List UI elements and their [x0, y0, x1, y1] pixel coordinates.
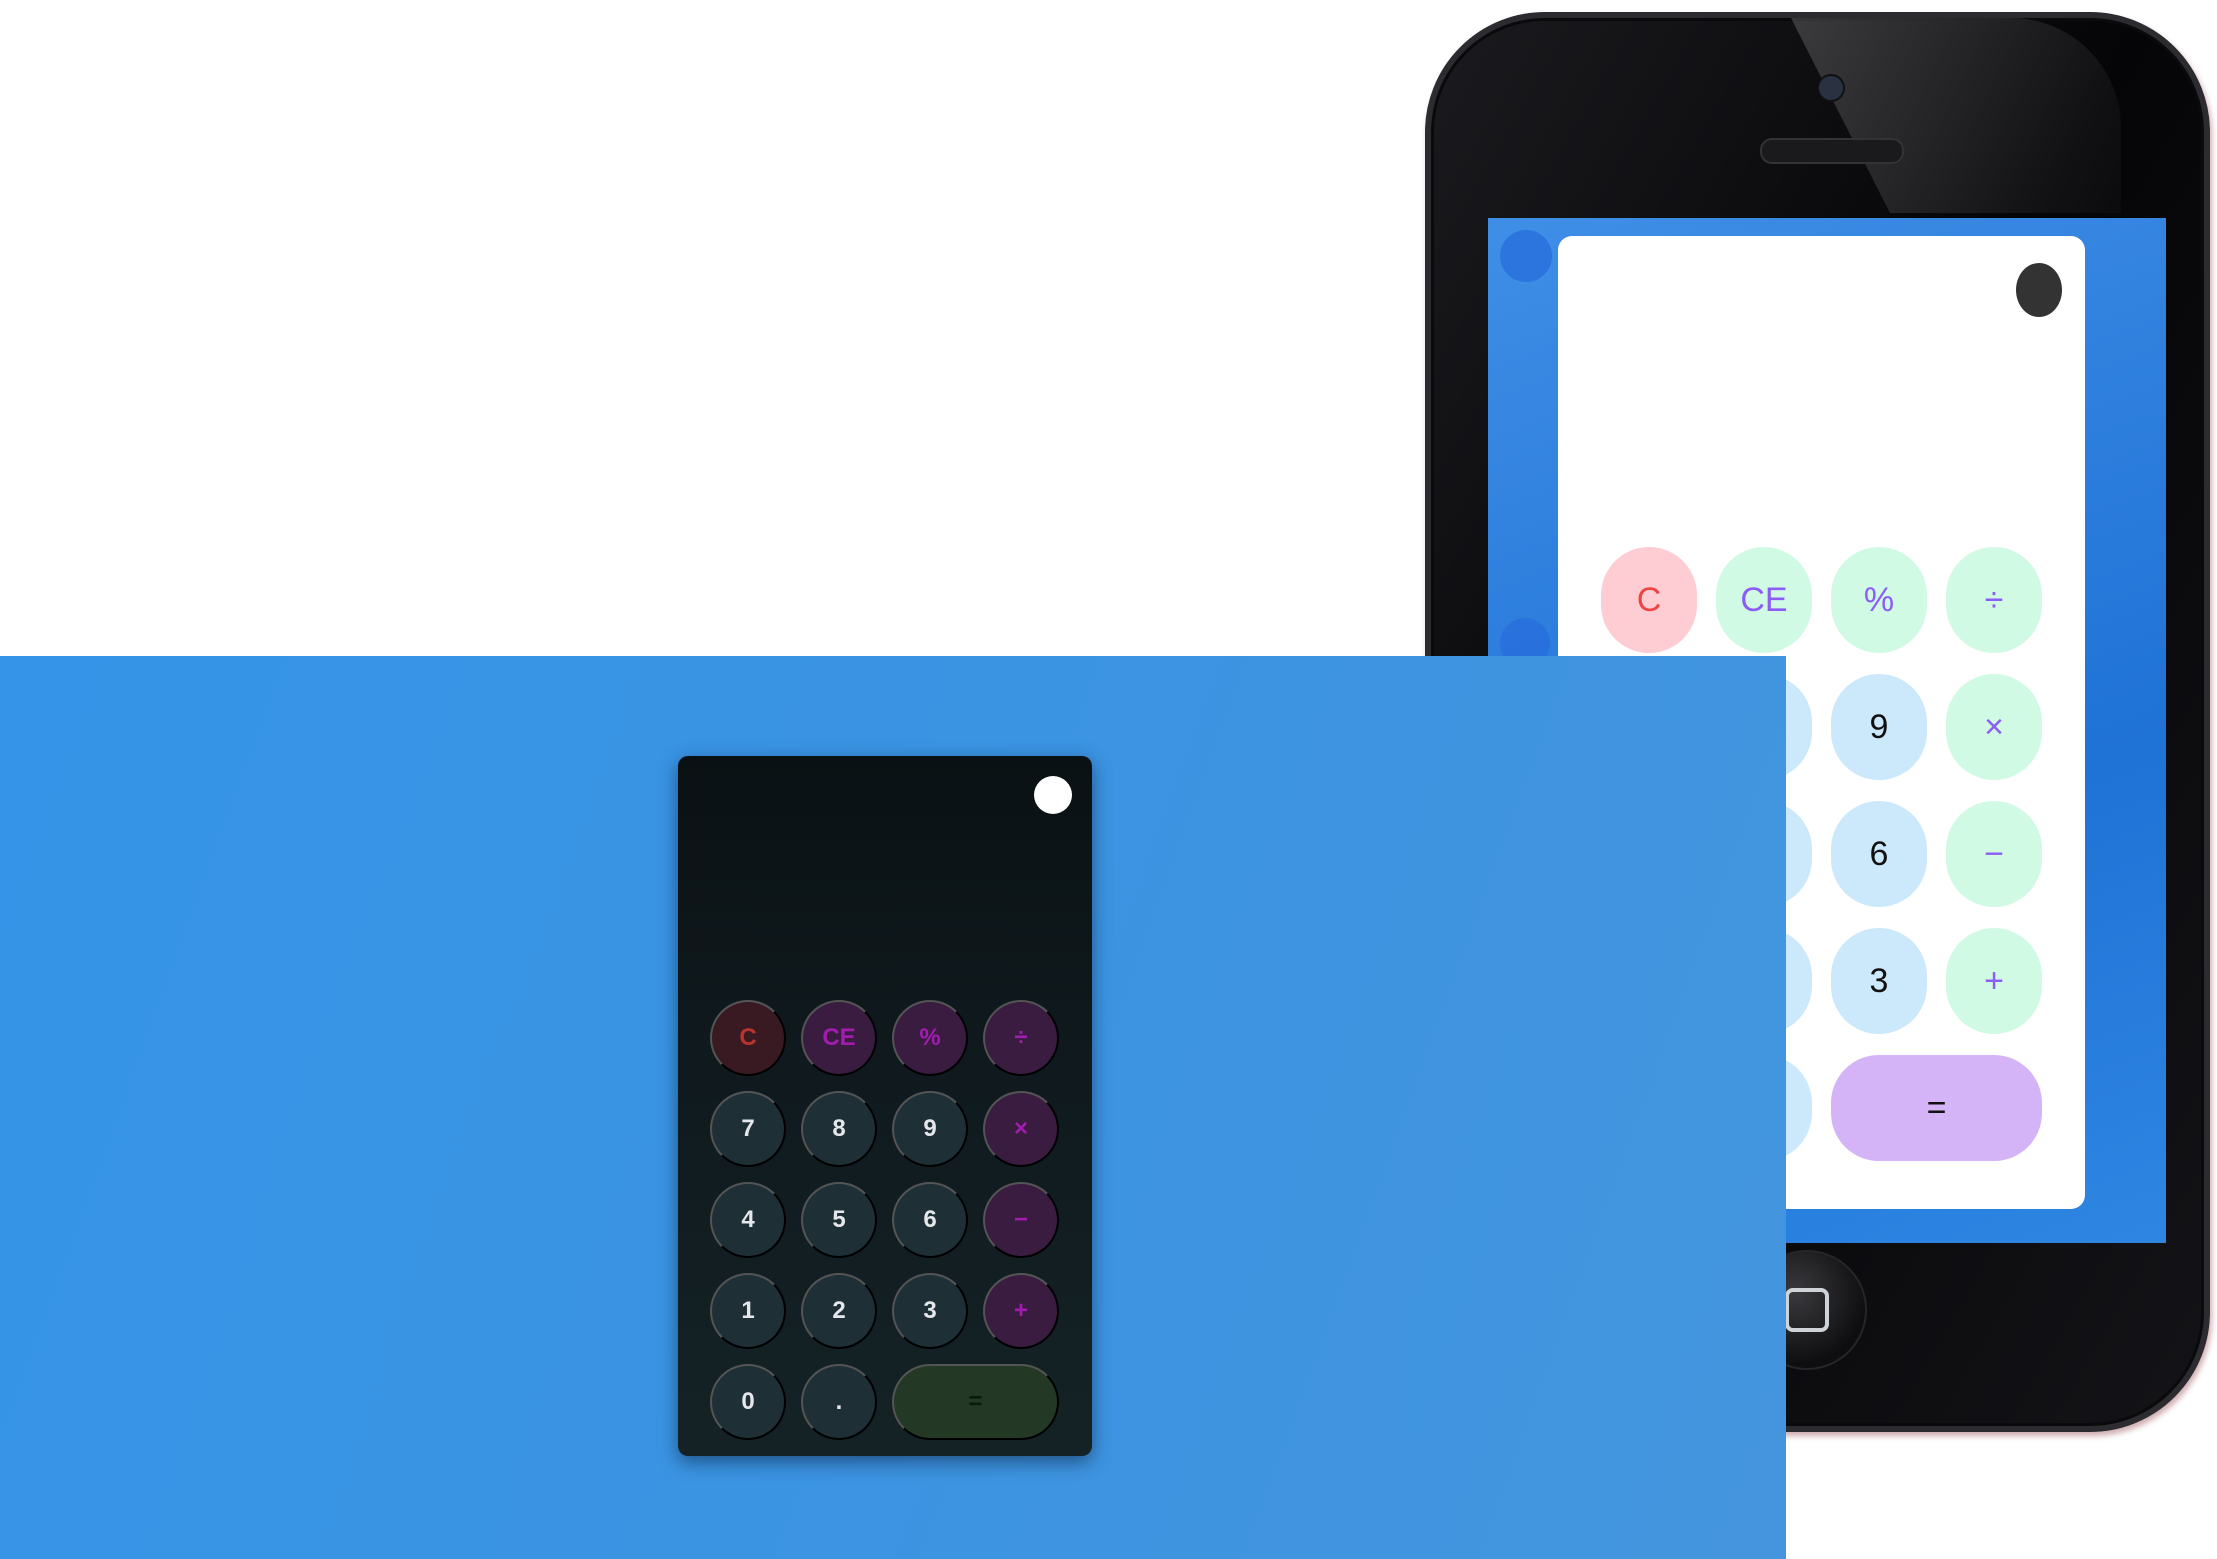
digit-3-button[interactable]: 3 [892, 1273, 968, 1349]
digit-6-button[interactable]: 6 [892, 1182, 968, 1258]
divide-button[interactable]: ÷ [1946, 547, 2042, 653]
dark-calculator: C CE % ÷ 7 8 9 × 4 5 6 − 1 2 3 + 0 . = [678, 756, 1092, 1456]
digit-0-button[interactable]: 0 [710, 1364, 786, 1440]
clear-button[interactable]: C [710, 1000, 786, 1076]
subtract-button[interactable]: − [1946, 801, 2042, 907]
subtract-button[interactable]: − [983, 1182, 1059, 1258]
digit-4-button[interactable]: 4 [710, 1182, 786, 1258]
digit-5-button[interactable]: 5 [801, 1182, 877, 1258]
digit-6-button[interactable]: 6 [1831, 801, 1927, 907]
phone-glare [1791, 18, 2121, 213]
multiply-button[interactable]: × [983, 1091, 1059, 1167]
equals-button[interactable]: = [1831, 1055, 2042, 1161]
divide-button[interactable]: ÷ [983, 1000, 1059, 1076]
digit-2-button[interactable]: 2 [801, 1273, 877, 1349]
clear-entry-button[interactable]: CE [1716, 547, 1812, 653]
digit-7-button[interactable]: 7 [710, 1091, 786, 1167]
percent-button[interactable]: % [1831, 547, 1927, 653]
add-button[interactable]: + [983, 1273, 1059, 1349]
clear-entry-button[interactable]: CE [801, 1000, 877, 1076]
phone-camera [1817, 74, 1845, 102]
equals-button[interactable]: = [892, 1364, 1059, 1440]
theme-toggle-button[interactable] [1034, 776, 1072, 814]
theme-toggle-button[interactable] [2016, 263, 2062, 317]
digit-8-button[interactable]: 8 [801, 1091, 877, 1167]
multiply-button[interactable]: × [1946, 674, 2042, 780]
home-square-icon [1785, 1288, 1829, 1332]
wallpaper-bubble [1500, 230, 1552, 282]
decimal-button[interactable]: . [801, 1364, 877, 1440]
phone-speaker [1760, 138, 1904, 164]
percent-button[interactable]: % [892, 1000, 968, 1076]
clear-button[interactable]: C [1601, 547, 1697, 653]
add-button[interactable]: + [1946, 928, 2042, 1034]
digit-3-button[interactable]: 3 [1831, 928, 1927, 1034]
desktop-background: C CE % ÷ 7 8 9 × 4 5 6 − 1 2 3 + 0 . = [0, 656, 1786, 1559]
digit-9-button[interactable]: 9 [1831, 674, 1927, 780]
digit-9-button[interactable]: 9 [892, 1091, 968, 1167]
digit-1-button[interactable]: 1 [710, 1273, 786, 1349]
